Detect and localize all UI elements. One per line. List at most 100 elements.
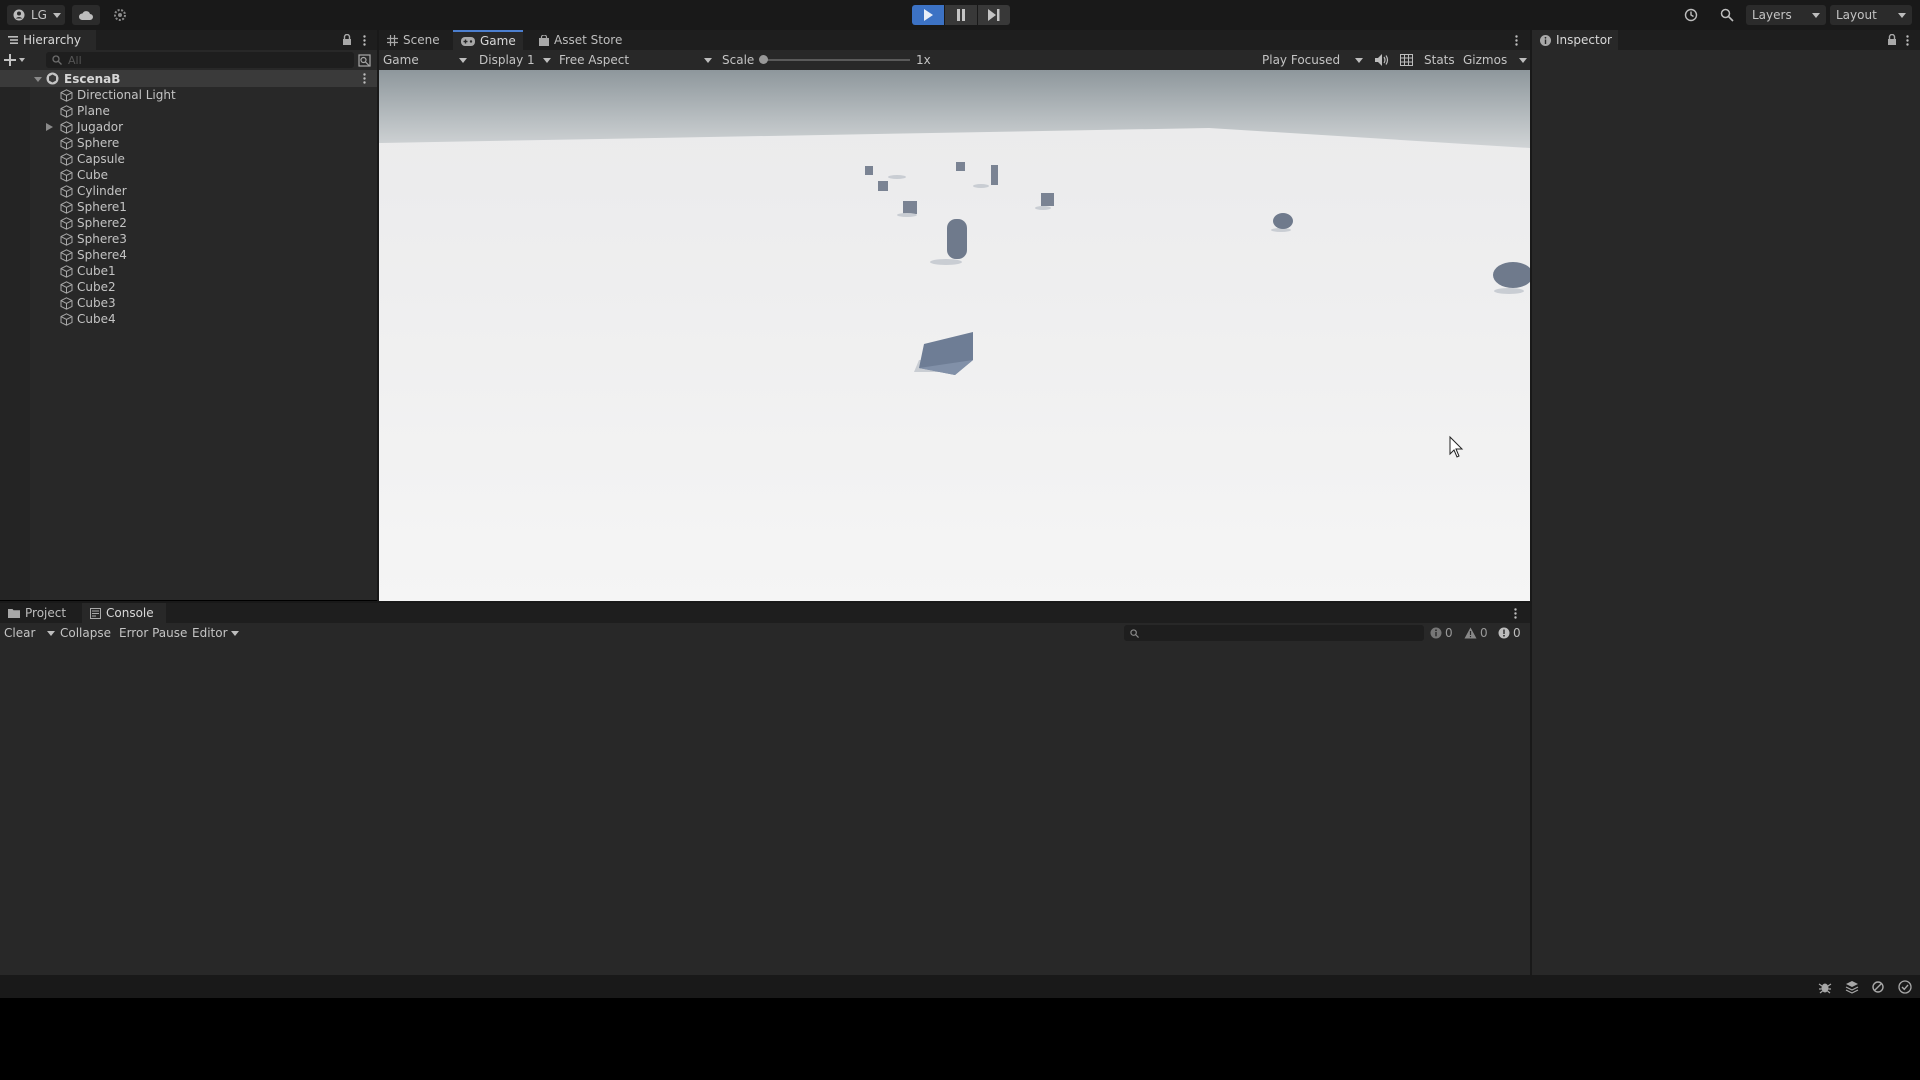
gameobject-icon xyxy=(60,216,73,230)
hierarchy-item[interactable]: Sphere3 xyxy=(60,231,370,247)
play-button[interactable] xyxy=(912,5,944,25)
scale-label: Scale xyxy=(722,53,755,67)
more-options-icon[interactable] xyxy=(1906,35,1909,46)
more-options-icon[interactable] xyxy=(363,35,366,46)
gizmos-label: Gizmos xyxy=(1463,53,1508,67)
scene-row[interactable]: EscenaB xyxy=(0,70,378,87)
collab-button[interactable] xyxy=(106,5,134,25)
more-options-icon[interactable] xyxy=(1514,608,1517,619)
play-icon xyxy=(924,9,933,21)
step-icon xyxy=(988,9,1000,21)
aspect-dropdown[interactable]: Free Aspect xyxy=(559,50,714,70)
log-toggle[interactable]: 0 xyxy=(1430,623,1453,643)
gameobject-icon xyxy=(60,200,73,214)
hierarchy-item[interactable]: Cube4 xyxy=(60,311,370,327)
pause-button[interactable] xyxy=(945,5,977,25)
bug-icon[interactable] xyxy=(1818,980,1832,994)
hierarchy-item[interactable]: Sphere4 xyxy=(60,247,370,263)
layers-dropdown[interactable]: Layers xyxy=(1746,5,1826,25)
chevron-down-icon xyxy=(704,57,712,63)
tab-asset-store[interactable]: Asset Store xyxy=(531,30,631,50)
grid-layout-icon[interactable] xyxy=(1400,54,1413,66)
gameobject-icon xyxy=(60,312,73,326)
game-viewport[interactable] xyxy=(379,70,1530,601)
editor-dropdown[interactable]: Editor xyxy=(192,623,239,643)
hierarchy-panel: All EscenaB Directional Light Plane Jugado… xyxy=(0,50,378,600)
step-button[interactable] xyxy=(978,5,1010,25)
error-pause-button[interactable]: Error Pause xyxy=(119,626,187,640)
layout-dropdown[interactable]: Layout xyxy=(1830,5,1912,25)
play-mode-dropdown[interactable]: Play Focused xyxy=(1262,50,1367,70)
console-search-input[interactable] xyxy=(1124,625,1424,641)
tab-game[interactable]: Game xyxy=(453,30,523,50)
cloud-button[interactable] xyxy=(72,5,100,25)
hierarchy-item[interactable]: Sphere2 xyxy=(60,215,370,231)
add-object-button[interactable] xyxy=(4,52,30,68)
info-icon xyxy=(1430,627,1442,639)
hierarchy-item[interactable]: Cube2 xyxy=(60,279,370,295)
inspector-panel xyxy=(1532,50,1920,975)
account-dropdown[interactable]: LG xyxy=(7,5,65,25)
scale-slider-track[interactable] xyxy=(762,59,910,61)
hierarchy-item-label: Cube4 xyxy=(77,312,116,326)
display-dropdown[interactable]: Display 1 xyxy=(479,50,553,70)
lock-icon[interactable] xyxy=(1887,34,1897,45)
hierarchy-item[interactable]: Cylinder xyxy=(60,183,370,199)
history-button[interactable] xyxy=(1677,5,1705,25)
hierarchy-item-label: Sphere3 xyxy=(77,232,127,246)
error-toggle[interactable]: 0 xyxy=(1498,623,1521,643)
bottom-tabbar: Project Console xyxy=(0,603,1530,623)
collapse-button[interactable]: Collapse xyxy=(60,626,111,640)
tab-console[interactable]: Console xyxy=(82,603,166,623)
info-icon xyxy=(1540,34,1551,46)
stats-button[interactable]: Stats xyxy=(1424,53,1455,67)
hierarchy-tabbar: Hierarchy xyxy=(0,30,378,50)
hierarchy-item[interactable]: Cube3 xyxy=(60,295,370,311)
layers-label: Layers xyxy=(1752,8,1792,22)
console-log-area[interactable] xyxy=(0,643,1530,975)
layers-stack-icon[interactable] xyxy=(1845,980,1859,994)
tab-inspector[interactable]: Inspector xyxy=(1532,30,1618,50)
chevron-down-icon xyxy=(1519,57,1527,63)
lock-icon[interactable] xyxy=(342,34,352,45)
more-options-icon[interactable] xyxy=(1515,35,1518,46)
scale-slider-thumb[interactable] xyxy=(759,55,768,64)
view-mode-dropdown[interactable]: Game xyxy=(383,50,471,70)
hierarchy-item[interactable]: Sphere1 xyxy=(60,199,370,215)
clear-dropdown[interactable]: Clear xyxy=(4,623,56,643)
editor-label: Editor xyxy=(192,626,228,640)
tab-hierarchy[interactable]: Hierarchy xyxy=(0,30,96,50)
folder-icon xyxy=(8,609,20,618)
tab-scene[interactable]: Scene xyxy=(379,30,451,50)
hierarchy-item-label: Cube xyxy=(77,168,108,182)
hierarchy-item[interactable]: Directional Light xyxy=(60,87,370,103)
hierarchy-item[interactable]: Cube xyxy=(60,167,370,183)
audio-icon[interactable] xyxy=(1375,54,1389,66)
tab-project[interactable]: Project xyxy=(0,603,80,623)
hierarchy-item-label: Plane xyxy=(77,104,110,118)
hierarchy-item[interactable]: Jugador xyxy=(46,119,370,135)
chevron-down-icon xyxy=(47,630,56,636)
shield-icon[interactable] xyxy=(1871,980,1885,994)
gizmos-dropdown[interactable]: Gizmos xyxy=(1463,50,1527,70)
gameobject-icon xyxy=(60,136,73,150)
hierarchy-item-label: Jugador xyxy=(77,120,124,134)
more-options-icon[interactable] xyxy=(363,73,366,84)
check-circle-icon[interactable] xyxy=(1898,980,1912,994)
search-button[interactable] xyxy=(1713,5,1741,25)
gameobject-icon xyxy=(60,264,73,278)
error-icon xyxy=(1498,627,1510,639)
history-icon xyxy=(1684,8,1698,22)
chevron-down-icon xyxy=(1355,57,1363,63)
hierarchy-item[interactable]: Sphere xyxy=(60,135,370,151)
hierarchy-search-input[interactable]: All xyxy=(46,52,354,68)
tab-asset-store-label: Asset Store xyxy=(554,33,623,47)
hierarchy-item[interactable]: Plane xyxy=(60,103,370,119)
hierarchy-item[interactable]: Capsule xyxy=(60,151,370,167)
hierarchy-item[interactable]: Cube1 xyxy=(60,263,370,279)
gameobject-icon xyxy=(60,248,73,262)
scene-visibility-icon[interactable] xyxy=(358,54,371,67)
chevron-down-icon xyxy=(459,57,467,63)
scene-name: EscenaB xyxy=(64,71,121,86)
warning-toggle[interactable]: 0 xyxy=(1464,623,1488,643)
